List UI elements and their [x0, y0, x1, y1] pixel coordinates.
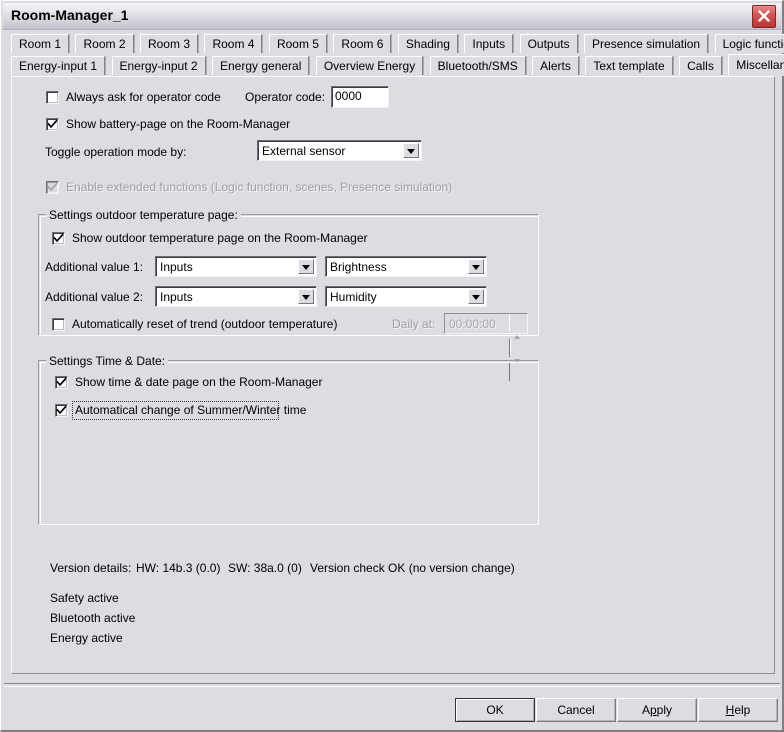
tab-logic-functions[interactable]: Logic functions [714, 34, 784, 53]
additional-value-1-item-select[interactable]: Brightness [325, 256, 487, 277]
apply-label-post: ply [656, 703, 673, 717]
tab-room-4[interactable]: Room 4 [204, 34, 263, 53]
tab-row-2: Energy-input 1 Energy-input 2 Energy gen… [11, 54, 784, 77]
tab-row-1: Room 1 Room 2 Room 3 Room 4 Room 5 Room … [11, 34, 784, 55]
auto-summer-winter-time-label: Automatical change of Summer/Winter time [75, 403, 307, 417]
operator-code-label: Operator code: [245, 90, 326, 104]
chevron-down-icon[interactable] [403, 143, 419, 158]
additional-value-1-source-select[interactable]: Inputs [155, 256, 317, 277]
tab-energy-input-1[interactable]: Energy-input 1 [11, 56, 106, 75]
button-bar-separator [4, 683, 780, 687]
tab-energy-general[interactable]: Energy general [212, 56, 310, 75]
always-ask-operator-code-checkbox[interactable] [46, 91, 59, 104]
tab-outputs[interactable]: Outputs [519, 34, 578, 53]
version-hw: HW: 14b.3 (0.0) [136, 561, 221, 575]
status-line-safety: Safety active [50, 591, 119, 605]
cancel-button[interactable]: Cancel [536, 698, 616, 722]
additional-value-2-item-value: Humidity [330, 290, 377, 304]
chevron-down-icon[interactable] [298, 259, 314, 274]
toggle-operation-mode-select[interactable]: External sensor [257, 140, 422, 161]
status-line-bluetooth: Bluetooth active [50, 611, 136, 625]
ok-button[interactable]: OK [455, 698, 535, 722]
dialog-window: Room-Manager_1 Room 1 Room 2 Room 3 Room… [0, 0, 784, 732]
daily-at-time-spinner: 00:00:00 [444, 313, 528, 381]
show-battery-page-label: Show battery-page on the Room-Manager [66, 117, 291, 131]
tab-overview-energy[interactable]: Overview Energy [315, 56, 424, 75]
version-details-label: Version details: [50, 561, 132, 575]
title-bar: Room-Manager_1 [3, 3, 781, 30]
additional-value-2-item-select[interactable]: Humidity [325, 286, 487, 307]
help-label-post: elp [734, 703, 751, 717]
additional-value-2-label: Additional value 2: [45, 290, 144, 304]
window-title: Room-Manager_1 [11, 7, 129, 23]
show-time-date-page-label: Show time & date page on the Room-Manage… [75, 375, 323, 389]
enable-extended-functions-checkbox [46, 181, 59, 194]
show-battery-page-checkbox[interactable] [46, 118, 59, 131]
tab-room-3[interactable]: Room 3 [139, 34, 198, 53]
tab-presence-simulation[interactable]: Presence simulation [584, 34, 709, 53]
tab-alerts[interactable]: Alerts [532, 56, 579, 75]
apply-label-pre: A [641, 703, 650, 717]
tab-miscellaneous[interactable]: Miscellaneous [728, 54, 784, 76]
chevron-down-icon[interactable] [468, 289, 484, 304]
tab-page-miscellaneous: Always ask for operator code Operator co… [11, 76, 775, 674]
additional-value-2-source-select[interactable]: Inputs [155, 286, 317, 307]
apply-mnemonic: p [649, 703, 657, 717]
tab-text-template[interactable]: Text template [585, 56, 673, 75]
spinner-buttons [509, 314, 525, 381]
version-check-status: Version check OK (no version change) [310, 561, 515, 575]
tab-room-5[interactable]: Room 5 [268, 34, 327, 53]
apply-button[interactable]: Apply [617, 698, 697, 722]
status-line-energy: Energy active [50, 631, 123, 645]
chevron-down-icon[interactable] [468, 259, 484, 274]
tab-strip: Room 1 Room 2 Room 3 Room 4 Room 5 Room … [11, 34, 784, 78]
tab-inputs[interactable]: Inputs [464, 34, 514, 53]
tab-room-2[interactable]: Room 2 [75, 34, 134, 53]
checkmark-icon [53, 233, 64, 243]
checkmark-icon [47, 119, 58, 129]
daily-at-label: Daily at: [392, 317, 436, 331]
operator-code-input[interactable]: 0000 [331, 86, 389, 108]
tab-calls[interactable]: Calls [679, 56, 722, 75]
tab-bluetooth-sms[interactable]: Bluetooth/SMS [429, 56, 526, 75]
tab-room-1[interactable]: Room 1 [11, 34, 70, 53]
version-sw: SW: 38a.0 (0) [228, 561, 302, 575]
chevron-down-icon[interactable] [298, 289, 314, 304]
toggle-operation-mode-label: Toggle operation mode by: [45, 145, 187, 159]
show-outdoor-temperature-page-label: Show outdoor temperature page on the Roo… [72, 231, 368, 245]
show-outdoor-temperature-page-checkbox[interactable] [52, 232, 65, 245]
outdoor-temperature-group-title: Settings outdoor temperature page: [46, 208, 241, 222]
spinner-up-icon [509, 314, 525, 357]
close-x-icon [758, 10, 770, 22]
auto-reset-trend-checkbox[interactable] [52, 318, 65, 331]
additional-value-1-source-value: Inputs [160, 260, 193, 274]
enable-extended-functions-label: Enable extended functions (Logic functio… [66, 180, 453, 194]
auto-reset-trend-label: Automatically reset of trend (outdoor te… [72, 317, 338, 331]
additional-value-1-item-value: Brightness [330, 260, 387, 274]
additional-value-1-label: Additional value 1: [45, 260, 144, 274]
show-time-date-page-checkbox[interactable] [55, 376, 68, 389]
auto-summer-winter-time-checkbox[interactable] [55, 404, 68, 417]
additional-value-2-source-value: Inputs [160, 290, 193, 304]
toggle-operation-mode-value: External sensor [262, 144, 346, 158]
help-button[interactable]: Help [698, 698, 778, 722]
checkmark-icon [56, 377, 67, 387]
checkmark-icon [47, 182, 58, 192]
close-button[interactable] [752, 5, 776, 28]
time-date-group-title: Settings Time & Date: [46, 354, 169, 368]
daily-at-time-value: 00:00:00 [449, 317, 496, 331]
tab-shading[interactable]: Shading [397, 34, 458, 53]
tab-energy-input-2[interactable]: Energy-input 2 [111, 56, 206, 75]
checkmark-icon [56, 405, 67, 415]
always-ask-operator-code-label: Always ask for operator code [66, 90, 221, 104]
tab-room-6[interactable]: Room 6 [333, 34, 392, 53]
